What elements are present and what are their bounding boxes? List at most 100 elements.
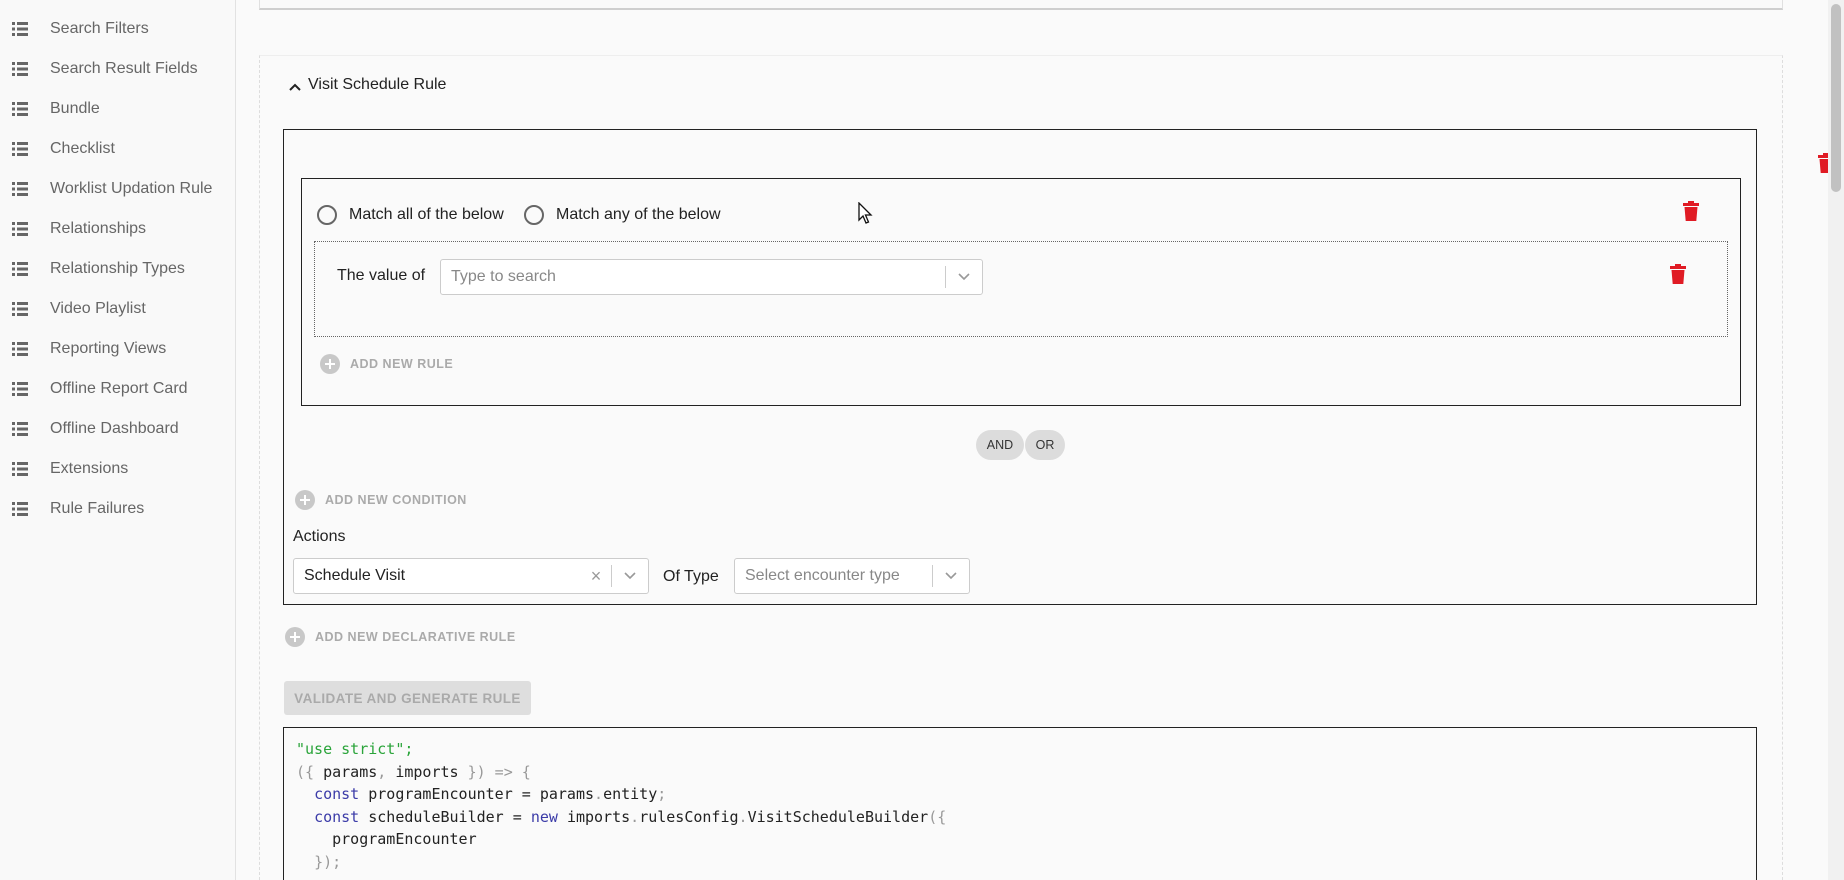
code-token: "use strict"; <box>296 740 414 758</box>
match-any-radio[interactable]: Match any of the below <box>524 205 721 225</box>
sidebar-item-relationship-types[interactable]: Relationship Types <box>0 250 236 288</box>
code-token: = <box>521 785 531 803</box>
sidebar-item-rule-failures[interactable]: Rule Failures <box>0 490 236 528</box>
list-icon <box>12 142 28 156</box>
list-icon <box>12 182 28 196</box>
sidebar-item-label: Video Playlist <box>50 300 146 317</box>
clear-x-icon[interactable]: × <box>581 566 611 587</box>
sidebar-item-label: Search Result Fields <box>50 60 198 77</box>
code-token: rulesConfig <box>639 807 739 826</box>
sidebar-item-relationships[interactable]: Relationships <box>0 210 236 248</box>
section-header-visit-schedule-rule[interactable]: Visit Schedule Rule <box>288 76 446 94</box>
list-icon <box>12 462 28 476</box>
radio-circle-icon <box>524 205 544 225</box>
code-token: { <box>521 762 531 781</box>
encounter-type-select[interactable]: Select encounter type <box>734 558 970 594</box>
sidebar-item-label: Offline Dashboard <box>50 420 179 437</box>
code-token: programEncounter <box>368 785 513 803</box>
chevron-down-icon[interactable] <box>612 572 648 580</box>
sidebar-item-search-filters[interactable]: Search Filters <box>0 10 236 48</box>
sidebar-item-label: Relationships <box>50 220 147 237</box>
sidebar-item-label: Checklist <box>50 140 115 157</box>
code-line: const scheduleBuilder = new imports.rule… <box>296 806 1744 829</box>
rule-code-editor[interactable]: "use strict";({ params, imports }) => { … <box>283 727 1757 880</box>
list-icon <box>12 342 28 356</box>
add-new-rule-button[interactable]: ADD NEW RULE <box>320 354 453 374</box>
validate-and-generate-rule-button[interactable]: VALIDATE AND GENERATE RULE <box>284 681 531 715</box>
delete-rule-row-trash-icon[interactable] <box>1670 264 1686 284</box>
code-token: ; <box>657 785 667 803</box>
list-icon <box>12 262 28 276</box>
code-token: }); <box>314 852 342 871</box>
chevron-down-icon[interactable] <box>946 273 982 281</box>
add-new-declarative-rule-label: ADD NEW DECLARATIVE RULE <box>315 630 516 644</box>
list-icon <box>12 22 28 36</box>
list-icon <box>12 422 28 436</box>
code-token: params <box>323 762 378 781</box>
sidebar-item-label: Reporting Views <box>50 340 167 357</box>
sidebar-item-label: Offline Report Card <box>50 380 188 397</box>
code-token: ({ <box>928 807 947 826</box>
sidebar-item-video-playlist[interactable]: Video Playlist <box>0 290 236 328</box>
sidebar-item-label: Worklist Updation Rule <box>50 180 213 197</box>
sidebar-item-extensions[interactable]: Extensions <box>0 450 236 488</box>
of-type-label: Of Type <box>663 568 719 585</box>
code-token: scheduleBuilder <box>368 807 504 826</box>
page-scrollbar[interactable] <box>1828 0 1844 880</box>
code-token: . <box>630 807 640 826</box>
code-line: }); <box>296 851 1744 874</box>
app-root: Search Filters Search Result Fields Bundle… <box>0 0 1844 880</box>
code-token: new <box>530 807 558 826</box>
sidebar-item-label: Bundle <box>50 100 100 117</box>
sidebar-item-label: Rule Failures <box>50 500 145 517</box>
or-button[interactable]: OR <box>1025 430 1065 460</box>
previous-section-box <box>259 0 1783 10</box>
action-select[interactable]: Schedule Visit × <box>293 558 649 594</box>
sidebar-item-reporting-views[interactable]: Reporting Views <box>0 330 236 368</box>
list-icon <box>12 102 28 116</box>
code-token: params <box>539 785 595 803</box>
plus-circle-icon <box>295 490 315 510</box>
code-token: }) => <box>467 762 513 781</box>
encounter-type-placeholder: Select encounter type <box>745 567 900 584</box>
or-label: OR <box>1035 438 1055 452</box>
list-icon <box>12 222 28 236</box>
code-token: . <box>594 785 604 803</box>
validate-button-label: VALIDATE AND GENERATE RULE <box>294 690 521 706</box>
value-of-label: The value of <box>337 267 426 284</box>
code-token: const <box>314 807 360 826</box>
code-token: imports <box>566 807 631 826</box>
add-new-rule-label: ADD NEW RULE <box>350 357 454 371</box>
section-title: Visit Schedule Rule <box>308 76 447 93</box>
code-token: VisitScheduleBuilder <box>747 807 929 826</box>
match-all-label: Match all of the below <box>349 206 504 223</box>
add-new-condition-label: ADD NEW CONDITION <box>325 493 467 507</box>
radio-circle-icon <box>317 205 337 225</box>
add-new-declarative-rule-button[interactable]: ADD NEW DECLARATIVE RULE <box>285 627 516 647</box>
sidebar-item-bundle[interactable]: Bundle <box>0 90 236 128</box>
sidebar-item-checklist[interactable]: Checklist <box>0 130 236 168</box>
code-line: programEncounter <box>296 828 1744 851</box>
code-line: "use strict"; <box>296 738 1744 761</box>
value-search-select[interactable]: Type to search <box>440 259 983 295</box>
and-button[interactable]: AND <box>976 430 1024 460</box>
sidebar-item-offline-dashboard[interactable]: Offline Dashboard <box>0 410 236 448</box>
code-line: ({ params, imports }) => { <box>296 761 1744 784</box>
match-all-radio[interactable]: Match all of the below <box>317 205 504 225</box>
add-new-condition-button[interactable]: ADD NEW CONDITION <box>295 490 467 510</box>
sidebar-item-worklist-updation-rule[interactable]: Worklist Updation Rule <box>0 170 236 208</box>
plus-circle-icon <box>285 627 305 647</box>
sidebar-item-search-result-fields[interactable]: Search Result Fields <box>0 50 236 88</box>
code-token: ({ <box>296 762 315 781</box>
scrollbar-thumb[interactable] <box>1831 4 1841 192</box>
code-token: entity <box>603 785 658 803</box>
list-icon <box>12 62 28 76</box>
list-icon <box>12 382 28 396</box>
actions-label: Actions <box>293 528 346 545</box>
chevron-down-icon[interactable] <box>933 572 969 580</box>
sidebar-item-offline-report-card[interactable]: Offline Report Card <box>0 370 236 408</box>
and-label: AND <box>986 438 1014 452</box>
delete-condition-trash-icon[interactable] <box>1683 201 1699 221</box>
code-line: const programEncounter = params.entity; <box>296 783 1744 806</box>
sidebar-item-label: Search Filters <box>50 20 149 37</box>
